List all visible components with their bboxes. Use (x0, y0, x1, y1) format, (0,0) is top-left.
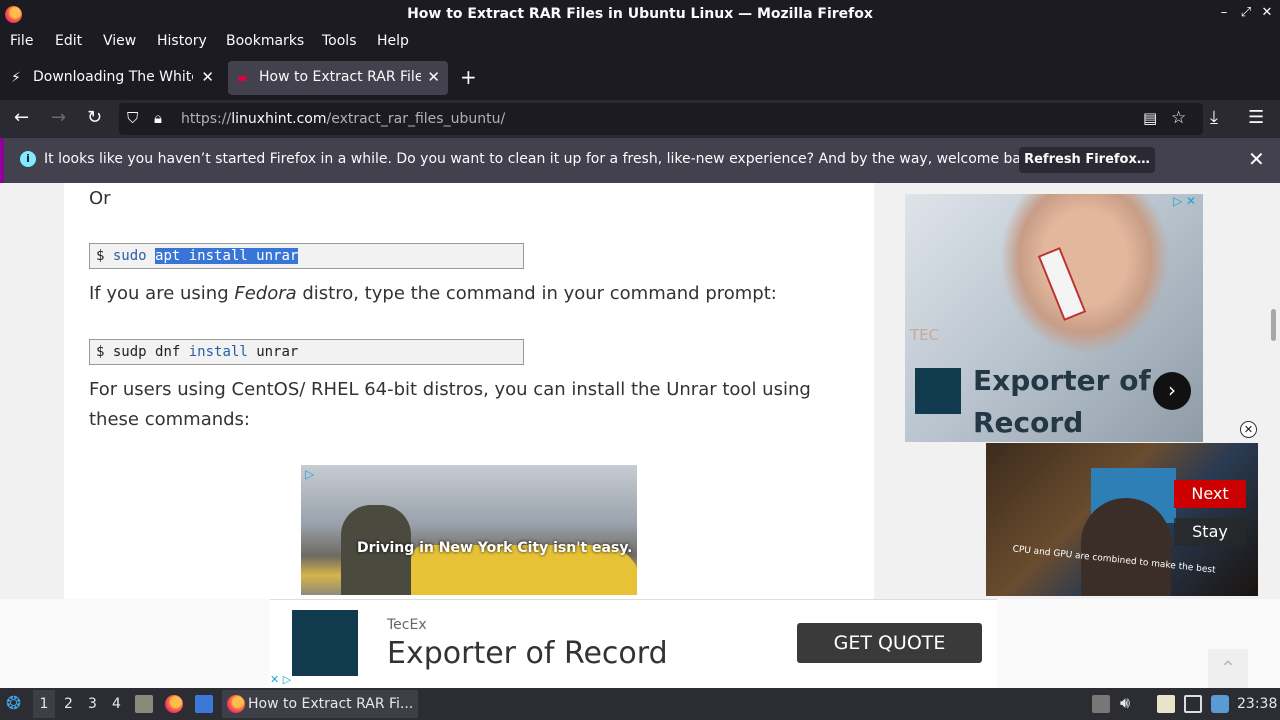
title-bar: How to Extract RAR Files in Ubuntu Linux… (0, 0, 1280, 29)
close-tab-icon[interactable]: ✕ (201, 68, 214, 86)
maximize-button[interactable]: ⤢ (1237, 5, 1255, 20)
side-ad-headline: Exporter of Record (973, 364, 1151, 439)
tecex-logo-icon (292, 610, 358, 676)
next-video-button[interactable]: Next (1174, 480, 1246, 508)
adchoices-close-icon[interactable]: ▷ ✕ (1173, 194, 1196, 208)
notification-icon[interactable] (1211, 695, 1229, 713)
ad-face-image (1000, 194, 1170, 354)
tab-label: How to Extract RAR Files (259, 69, 421, 85)
url-bar[interactable]: ⛉ 🔒︎ https://linuxhint.com/extract_rar_f… (119, 103, 1203, 135)
file-manager-icon[interactable] (135, 695, 153, 713)
scrollbar-thumb[interactable] (1271, 309, 1276, 341)
adchoices-close-icon[interactable]: ✕ ▷ (270, 673, 291, 686)
start-menu-icon[interactable]: ❂ (6, 693, 21, 714)
menu-hamburger-icon[interactable]: ☰ (1248, 107, 1264, 128)
bottom-ad-headline: Exporter of Record (387, 636, 668, 671)
downloads-icon[interactable]: ⤓ (1210, 107, 1218, 128)
menu-tools[interactable]: Tools (322, 33, 357, 49)
video-player[interactable]: CPU and GPU are combined to make the bes… (986, 443, 1258, 596)
desktop-icon[interactable] (195, 695, 213, 713)
video-close-icon[interactable]: ✕ (1240, 421, 1257, 438)
firefox-icon (227, 695, 245, 713)
lock-icon[interactable]: 🔒︎ (154, 109, 162, 127)
lightning-icon: ⚡ (11, 70, 21, 86)
bookmark-star-icon[interactable]: ☆ (1171, 108, 1186, 128)
menu-view[interactable]: View (103, 33, 136, 49)
firefox-launcher-icon[interactable] (165, 695, 183, 713)
tecex-logo-icon (915, 368, 961, 414)
navigation-bar: ← → ↻ ⛉ 🔒︎ https://linuxhint.com/extract… (0, 100, 1280, 138)
or-text: Or (89, 188, 111, 209)
site-favicon-icon: ▰ (237, 70, 248, 86)
code-block-dnf[interactable]: $ sudp dnf install unrar (89, 339, 524, 365)
taskbar: ❂ 1 2 3 4 How to Extract RAR Fi... 🔊︎ 23… (0, 688, 1280, 720)
taskbar-firefox-window[interactable]: How to Extract RAR Fi... (222, 690, 418, 718)
tab-label: Downloading The White (33, 69, 193, 85)
tab-bar: ⚡ Downloading The White ✕ ▰ How to Extra… (0, 56, 1280, 100)
url-text[interactable]: https://linuxhint.com/extract_rar_files_… (181, 111, 505, 127)
display-icon[interactable] (1184, 695, 1202, 713)
ad-caption: Driving in New York City isn't easy. (357, 540, 633, 556)
workspace-4[interactable]: 4 (112, 696, 121, 712)
close-icon[interactable]: ✕ (1248, 147, 1265, 171)
side-ad[interactable]: ▷ ✕ TEC Exporter of Record › (905, 194, 1203, 442)
new-tab-button[interactable]: + (460, 65, 477, 89)
selected-text: apt install unrar (155, 248, 299, 264)
info-icon: i (20, 151, 36, 167)
adchoices-icon[interactable]: ▷ (305, 467, 314, 481)
close-window-button[interactable]: ✕ (1258, 5, 1276, 20)
inline-video-ad[interactable]: ▷ Driving in New York City isn't easy. (301, 465, 637, 595)
scroll-to-top-button[interactable]: ⌃ (1208, 649, 1248, 688)
stay-button[interactable]: Stay (1174, 518, 1246, 546)
page-content: Or $ sudo apt install unrar If you are u… (0, 183, 1280, 688)
notification-text: It looks like you haven’t started Firefo… (44, 151, 1043, 167)
next-arrow-button[interactable]: › (1153, 372, 1191, 410)
volume-icon[interactable]: 🔊︎ (1120, 693, 1130, 713)
close-tab-icon[interactable]: ✕ (427, 68, 440, 86)
get-quote-button[interactable]: GET QUOTE (797, 623, 982, 663)
clock: 23:38 (1237, 696, 1278, 712)
reader-view-icon[interactable]: ▤ (1143, 109, 1157, 127)
tab-extract-rar[interactable]: ▰ How to Extract RAR Files ✕ (228, 61, 448, 95)
menu-help[interactable]: Help (377, 33, 409, 49)
window-title: How to Extract RAR Files in Ubuntu Linux… (407, 6, 873, 22)
workspace-1[interactable]: 1 (33, 690, 55, 718)
menu-edit[interactable]: Edit (55, 33, 82, 49)
notification-bar: i It looks like you haven’t started Fire… (0, 138, 1280, 183)
tec-logo-text: TEC (910, 326, 940, 344)
tab-downloading[interactable]: ⚡ Downloading The White ✕ (2, 61, 222, 95)
refresh-firefox-button[interactable]: Refresh Firefox… (1019, 147, 1155, 173)
menu-file[interactable]: File (10, 33, 33, 49)
fedora-paragraph: If you are using Fedora distro, type the… (89, 283, 777, 304)
bottom-ad-brand: TecEx (387, 617, 427, 633)
code-block-apt[interactable]: $ sudo apt install unrar (89, 243, 524, 269)
menu-bookmarks[interactable]: Bookmarks (226, 33, 304, 49)
menu-history[interactable]: History (157, 33, 207, 49)
bottom-banner-ad[interactable]: TecEx Exporter of Record GET QUOTE ✕ ▷ (270, 599, 997, 688)
tray-updates-icon[interactable] (1092, 695, 1110, 713)
workspace-2[interactable]: 2 (64, 696, 73, 712)
clipboard-icon[interactable] (1157, 695, 1175, 713)
forward-icon[interactable]: → (51, 107, 66, 128)
menu-bar: File Edit View History Bookmarks Tools H… (0, 29, 1280, 56)
centos-paragraph: For users using CentOS/ RHEL 64-bit dist… (89, 379, 811, 430)
minimize-button[interactable]: – (1215, 5, 1233, 20)
reload-icon[interactable]: ↻ (87, 107, 102, 128)
workspace-3[interactable]: 3 (88, 696, 97, 712)
shield-icon[interactable]: ⛉ (127, 109, 138, 127)
taskbar-window-label: How to Extract RAR Fi... (248, 696, 414, 712)
back-icon[interactable]: ← (14, 107, 29, 128)
video-person (1081, 498, 1171, 596)
